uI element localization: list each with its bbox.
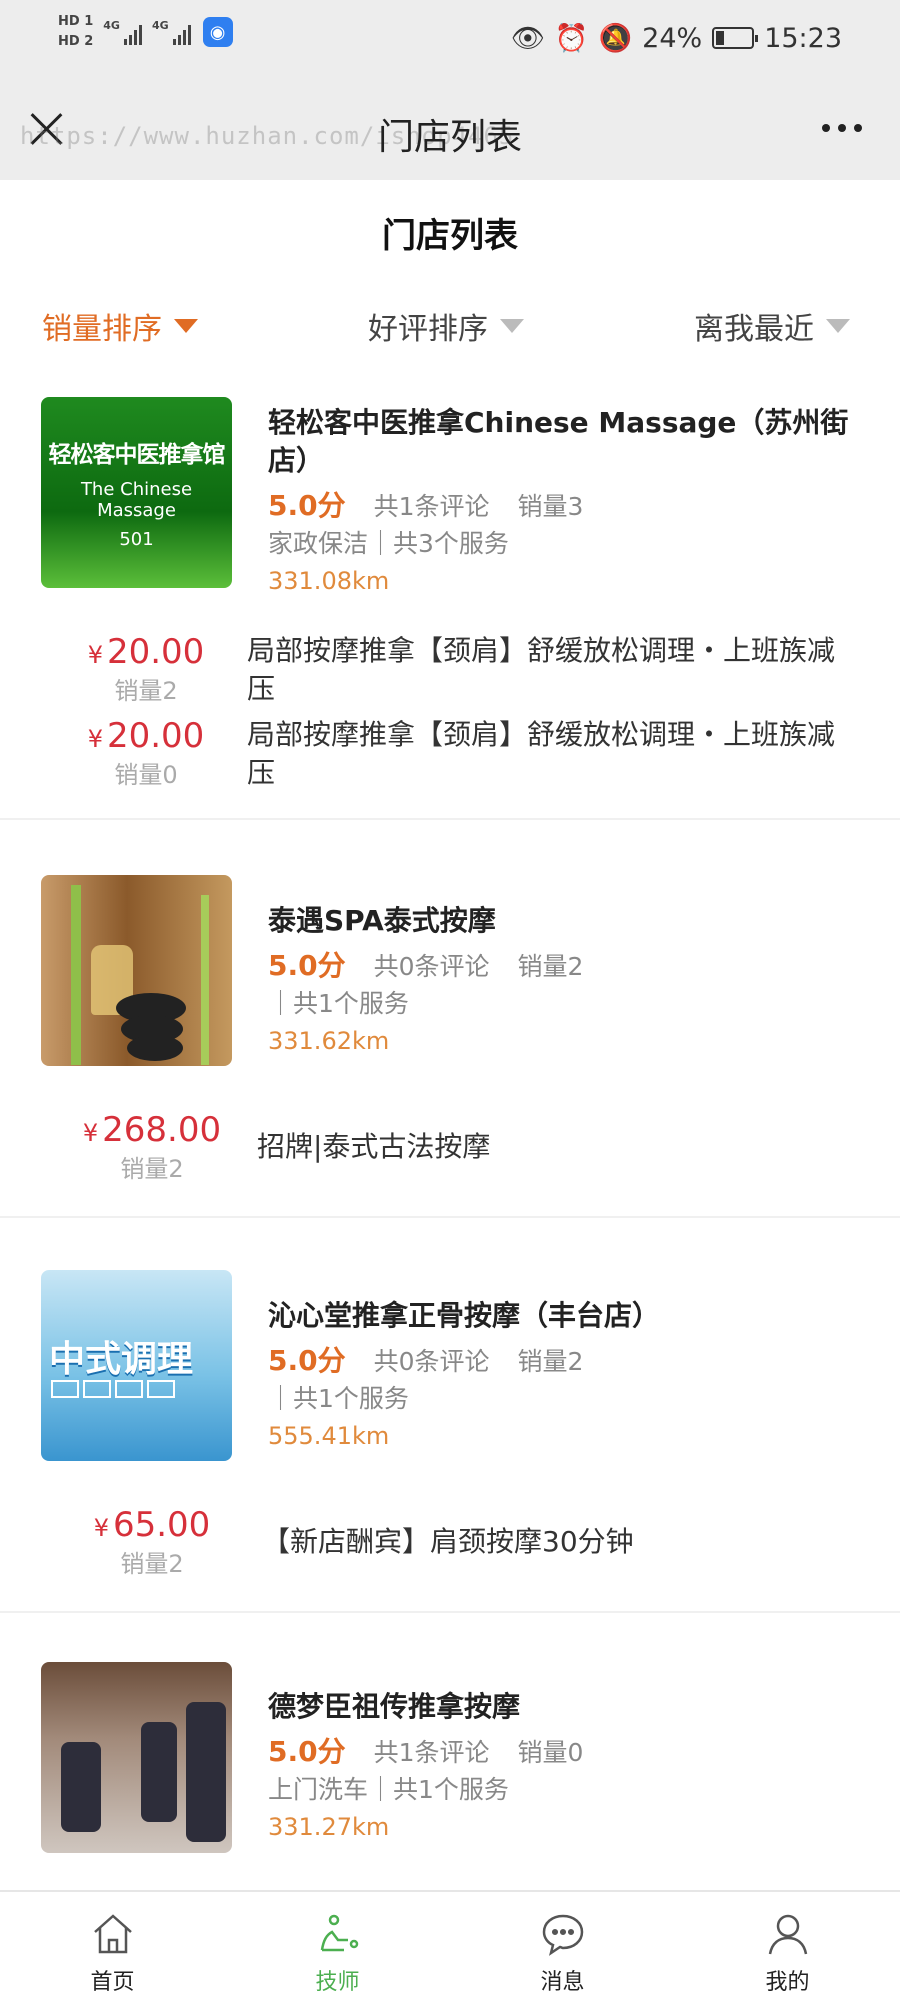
alarm-icon: ⏰ (554, 23, 589, 54)
service-sold: 销量2 (114, 677, 178, 705)
store-reviews: 共0条评论 (373, 952, 490, 981)
service-name: 【新店酬宾】肩颈按摩30分钟 (262, 1525, 634, 1558)
sort-by-rating[interactable]: 好评排序 (368, 304, 524, 348)
message-icon (542, 1914, 583, 1956)
sort-label: 离我最近 (694, 312, 814, 347)
store-info: 沁心堂推拿正骨按摩（丰台店） 5.0分 共0条评论 销量2 ｜共1个服务 555… (268, 1297, 850, 1453)
store-sales: 销量0 (517, 1738, 584, 1767)
store-score: 5.0分 (268, 1344, 346, 1377)
service-name: 局部按摩推拿【颈肩】舒缓放松调理・上班族减压 (247, 634, 836, 705)
sim1-label: HD 1 (58, 14, 94, 29)
store-sales: 销量2 (517, 1347, 584, 1376)
store-score: 5.0分 (268, 1735, 346, 1768)
store-info: 泰遇SPA泰式按摩 5.0分 共0条评论 销量2 ｜共1个服务 331.62km (268, 902, 850, 1058)
app-notification-icon: ◉ (202, 17, 233, 47)
store-thumbnail (41, 875, 232, 1066)
page-title: 门店列表 (382, 216, 518, 256)
store-score: 5.0分 (268, 949, 346, 982)
store-name: 轻松客中医推拿Chinese Massage（苏州街店） (268, 406, 849, 477)
signal-icon: 4G (103, 19, 142, 45)
service-sold: 销量2 (120, 1550, 184, 1578)
home-icon (93, 1914, 132, 1954)
sort-label: 销量排序 (42, 312, 162, 347)
tab-messages[interactable]: 消息 (450, 1892, 675, 2000)
service-price-box: ¥20.00 销量2 (56, 632, 236, 707)
store-card[interactable]: 中式调理 沁心堂推拿正骨按摩（丰台店） 5.0分 共0条评论 销量2 ｜共1个服… (0, 1235, 900, 1613)
tab-profile[interactable]: 我的 (675, 1892, 900, 2000)
store-meta: 5.0分 共0条评论 销量2 (268, 944, 850, 984)
service-price: ¥268.00 (82, 1110, 222, 1150)
store-name: 沁心堂推拿正骨按摩（丰台店） (268, 1299, 661, 1332)
store-reviews: 共0条评论 (373, 1347, 490, 1376)
store-thumbnail (41, 1662, 232, 1853)
service-price-box: ¥20.00 销量0 (56, 716, 236, 791)
mute-icon: 🔕 (598, 23, 633, 54)
store-score: 5.0分 (268, 489, 346, 522)
sort-bar: 销量排序 好评排序 离我最近 (0, 296, 900, 356)
tab-home[interactable]: 首页 (0, 1892, 225, 2000)
sim-indicators: HD 1 HD 2 (58, 14, 93, 50)
tab-label: 技师 (315, 1970, 360, 1995)
technician-icon (320, 1914, 358, 1952)
store-category: 上门洗车｜共1个服务 (268, 1775, 509, 1804)
store-distance: 331.27km (268, 1813, 390, 1841)
store-info: 轻松客中医推拿Chinese Massage（苏州街店） 5.0分 共1条评论 … (268, 404, 850, 598)
status-bar: HD 1 HD 2 4G 4G ◉ 👁 ⏰ 🔕 24% 15:23 (0, 0, 900, 80)
store-sales: 销量3 (517, 492, 584, 521)
sort-by-sales[interactable]: 销量排序 (42, 304, 198, 348)
store-info: 德梦臣祖传推拿按摩 5.0分 共1条评论 销量0 上门洗车｜共1个服务 331.… (268, 1688, 850, 1844)
service-price: ¥20.00 (87, 716, 205, 756)
signal-icon-2: 4G (152, 19, 191, 45)
service-price-box: ¥268.00 销量2 (62, 1110, 242, 1185)
bottom-tab-bar: 首页 技师 消息 我的 (0, 1890, 900, 2000)
service-price-box: ¥65.00 销量2 (62, 1505, 242, 1580)
tab-label: 消息 (540, 1970, 585, 1995)
service-sold: 销量2 (120, 1155, 184, 1183)
dropdown-triangle-icon (826, 319, 850, 333)
more-icon[interactable] (822, 124, 862, 132)
tab-label: 我的 (765, 1970, 810, 1995)
store-category: ｜共1个服务 (268, 1384, 409, 1413)
status-right: 👁 ⏰ 🔕 24% 15:23 (510, 22, 842, 55)
service-price: ¥65.00 (93, 1505, 211, 1545)
store-card[interactable]: 德梦臣祖传推拿按摩 5.0分 共1条评论 销量0 上门洗车｜共1个服务 331.… (0, 1630, 900, 1888)
store-meta: 5.0分 共1条评论 销量3 (268, 484, 850, 524)
tab-label: 首页 (90, 1970, 135, 1995)
sort-label: 好评排序 (368, 312, 488, 347)
window-title: 门店列表 (377, 117, 522, 158)
sort-by-distance[interactable]: 离我最近 (694, 304, 850, 348)
store-name: 德梦臣祖传推拿按摩 (268, 1690, 521, 1723)
store-name: 泰遇SPA泰式按摩 (268, 904, 496, 937)
dropdown-triangle-icon (174, 319, 198, 333)
service-price: ¥20.00 (87, 632, 205, 672)
profile-icon (768, 1914, 807, 1955)
store-thumbnail: 中式调理 (41, 1270, 232, 1461)
store-sales: 销量2 (517, 952, 584, 981)
store-thumbnail: 轻松客中医推拿馆 The Chinese Massage 501 (41, 397, 232, 588)
sim2-label: HD 2 (58, 34, 94, 49)
store-category: 家政保洁｜共3个服务 (268, 529, 509, 558)
tab-technician[interactable]: 技师 (225, 1892, 450, 2000)
store-distance: 331.08km (268, 567, 390, 595)
status-left: HD 1 HD 2 4G 4G ◉ (58, 14, 233, 50)
store-card[interactable]: 轻松客中医推拿馆 The Chinese Massage 501 轻松客中医推拿… (0, 380, 900, 820)
service-name: 局部按摩推拿【颈肩】舒缓放松调理・上班族减压 (247, 718, 836, 789)
service-sold: 销量0 (114, 761, 178, 789)
store-distance: 555.41km (268, 1422, 390, 1450)
store-meta: 5.0分 共1条评论 销量0 (268, 1730, 850, 1770)
store-reviews: 共1条评论 (373, 1738, 490, 1767)
store-distance: 331.62km (268, 1027, 390, 1055)
eye-icon: 👁 (510, 23, 545, 54)
store-category: ｜共1个服务 (268, 989, 409, 1018)
store-card[interactable]: 泰遇SPA泰式按摩 5.0分 共0条评论 销量2 ｜共1个服务 331.62km… (0, 840, 900, 1218)
dropdown-triangle-icon (500, 319, 524, 333)
battery-icon (712, 27, 759, 49)
service-name: 招牌|泰式古法按摩 (257, 1130, 491, 1163)
store-reviews: 共1条评论 (373, 492, 490, 521)
title-bar: https://www.huzhan.com/ishop4465 门店列表 (0, 80, 900, 180)
store-meta: 5.0分 共0条评论 销量2 (268, 1339, 850, 1379)
battery-percent: 24% (642, 22, 703, 54)
clock: 15:23 (764, 22, 842, 54)
